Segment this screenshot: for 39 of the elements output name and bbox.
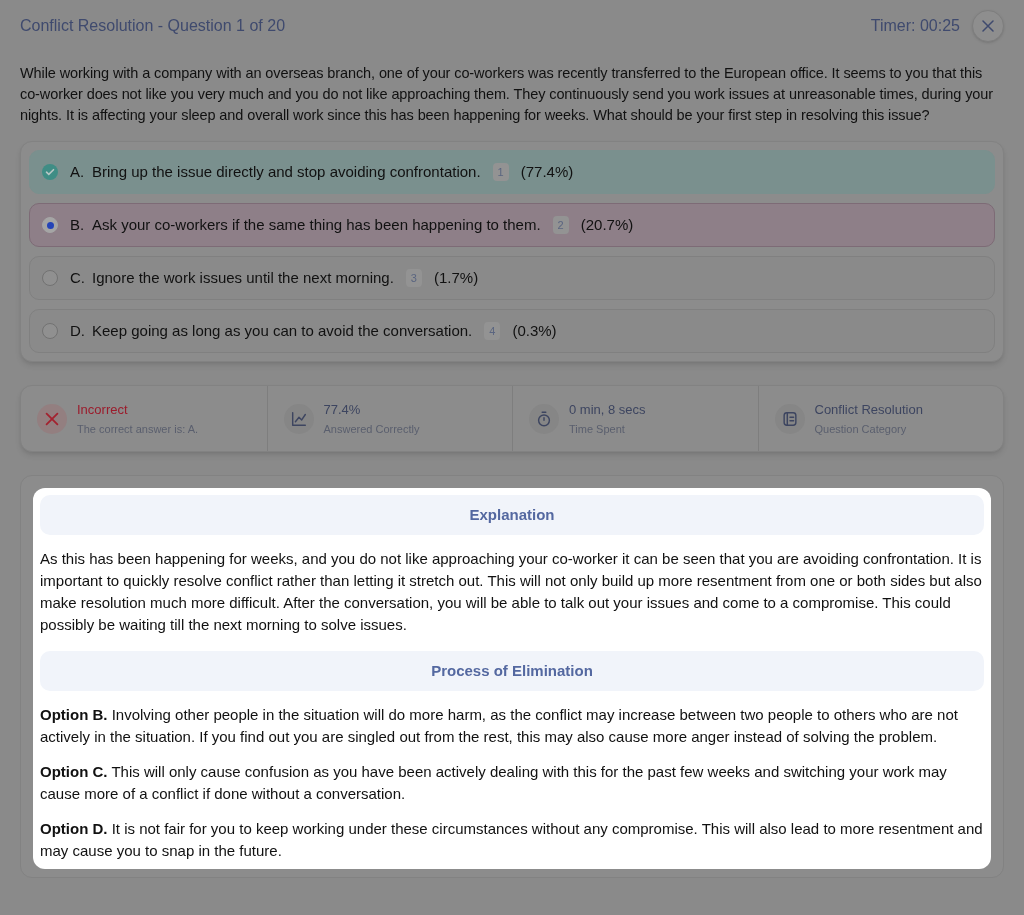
answer-percentage: (1.7%): [433, 267, 479, 288]
option-letter: A.: [70, 161, 86, 182]
document-icon: [780, 409, 799, 428]
shortcut-key: 3: [405, 269, 422, 287]
option-text: Ignore the work issues until the next morning.: [92, 267, 394, 288]
radio-button[interactable]: [42, 270, 58, 286]
radio-button[interactable]: [42, 323, 58, 339]
answer-option[interactable]: A. Bring up the issue directly and stop avoiding confrontation. 1 (77.4%): [29, 150, 995, 194]
elimination-paragraph: Option C. This will only cause confusion as you have been actively dealing with this for the past few weeks and switching your work may cause more of a conflict if done without a conversation.: [40, 762, 948, 804]
stat-value: 77.4%: [323, 400, 362, 419]
answer-percentage: (0.3%): [512, 320, 557, 341]
option-letter: B.: [70, 214, 86, 235]
section-header: Process of Elimination: [40, 651, 984, 691]
option-text: Ask your co-workers if the same thing has been happening to them.: [92, 214, 541, 235]
section-header: Explanation: [40, 495, 984, 535]
option-letter: C.: [70, 267, 86, 288]
shortcut-key: 1: [492, 163, 509, 181]
close-button[interactable]: [972, 10, 1004, 42]
elimination-paragraph: Option D. It is not fair for you to keep working under these circumstances without any compromise. This will also lead to more resentment and may cause you to snap in the future.: [40, 819, 984, 861]
close-icon: [982, 20, 994, 32]
stopwatch-icon: [535, 409, 553, 428]
stat-value: Incorrect: [77, 400, 129, 419]
option-text: Bring up the issue directly and stop avoiding confrontation.: [92, 161, 481, 182]
option-text: Keep going as long as you can to avoid the conversation.: [92, 320, 473, 341]
answer-percentage: (77.4%): [520, 161, 574, 182]
answer-option[interactable]: C. Ignore the work issues until the next morning. 3 (1.7%): [29, 256, 995, 300]
stat-value: Conflict Resolution: [814, 400, 923, 419]
stat-value: 0 min, 8 secs: [569, 400, 646, 419]
explanation-text: As this has been happening for weeks, and you do not like approaching your co-worker it can be seen that you are avoiding confrontation. It is important to quickly resolve conflict rather than letting it stretch out. This will not only build up more resentment from one or both sides but also make resolution much more difficult. After the conversation, you will be able to talk out your issues and come to a compromise. This could possibly be waiting till the next morning to solve issues.: [40, 549, 983, 635]
line-chart-icon: [289, 409, 308, 428]
radio-button[interactable]: [42, 217, 58, 233]
question-text: While working with a company with an overseas branch, one of your co-workers was recently transferred to the European office. It seems to you that this co-worker does not like you very much and you do not like approaching them. They continuously send you work issues at unreasonable times, during your nights. It is affecting your sleep and overall work since this has been happening for weeks. What should be your first step in resolving this issue?: [20, 64, 994, 125]
shortcut-key: 4: [484, 322, 501, 340]
answer-percentage: (20.7%): [580, 214, 634, 235]
option-letter: D.: [70, 320, 86, 341]
elimination-paragraph: Option B. Involving other people in the situation will do more harm, as the conflict may increase between two people to others who are not actively in the situation. If you find out you are singled out from the rest, this may also cause more anger instead of solving the problem.: [40, 705, 959, 747]
answer-option[interactable]: D. Keep going as long as you can to avoid the conversation. 4 (0.3%): [29, 309, 995, 353]
quiz-title: Conflict Resolution - Question 1 of 20: [20, 16, 286, 36]
timer: Timer: 00:25: [870, 16, 960, 36]
